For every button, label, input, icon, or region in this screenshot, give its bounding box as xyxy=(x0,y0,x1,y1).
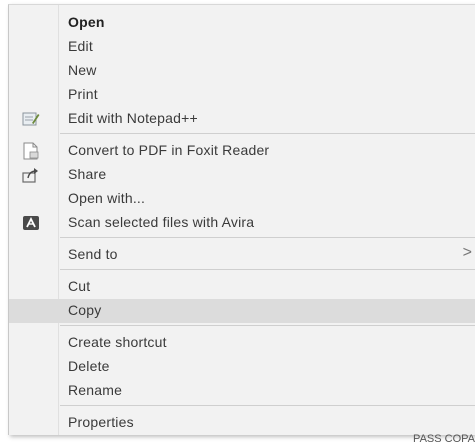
menu-item-cut[interactable]: Cut xyxy=(9,275,475,299)
menu-item-send-to[interactable]: Send to > xyxy=(9,243,475,267)
menu-item-convert-to-pdf[interactable]: Convert to PDF in Foxit Reader xyxy=(9,139,475,163)
menu-item-label: Scan selected files with Avira xyxy=(68,214,255,230)
share-icon xyxy=(21,165,41,185)
menu-item-scan-avira[interactable]: Scan selected files with Avira xyxy=(9,211,475,235)
menu-item-new[interactable]: New xyxy=(9,59,475,83)
menu-item-label: Convert to PDF in Foxit Reader xyxy=(68,142,270,158)
avira-icon xyxy=(21,213,41,233)
menu-separator xyxy=(60,269,475,270)
menu-item-label: Cut xyxy=(68,278,91,294)
menu-item-label: Open with... xyxy=(68,190,146,206)
menu-item-share[interactable]: Share xyxy=(9,163,475,187)
menu-item-edit-with-notepad[interactable]: Edit with Notepad++ xyxy=(9,107,475,131)
menu-item-label: Edit xyxy=(68,38,93,54)
menu-item-open-with[interactable]: Open with... xyxy=(9,187,475,211)
notepad-plus-plus-icon xyxy=(21,109,41,129)
menu-separator xyxy=(60,405,475,406)
menu-item-rename[interactable]: Rename xyxy=(9,379,475,403)
menu-item-label: New xyxy=(68,62,97,78)
foxit-pdf-icon xyxy=(21,141,41,161)
menu-separator xyxy=(60,325,475,326)
menu-item-create-shortcut[interactable]: Create shortcut xyxy=(9,331,475,355)
menu-item-label: Open xyxy=(68,14,105,30)
menu-item-label: Create shortcut xyxy=(68,334,167,350)
menu-item-open[interactable]: Open xyxy=(9,11,475,35)
menu-item-print[interactable]: Print xyxy=(9,83,475,107)
menu-item-label: Send to xyxy=(68,246,118,262)
menu-item-label: Print xyxy=(68,86,98,102)
background-text: PASS COPA xyxy=(413,433,475,445)
context-menu: Open Edit New Print Edit with Notepad++ xyxy=(8,4,475,435)
menu-separator xyxy=(60,133,475,134)
menu-item-label: Properties xyxy=(68,414,134,430)
menu-item-label: Rename xyxy=(68,382,123,398)
menu-item-copy[interactable]: Copy xyxy=(9,299,475,323)
menu-item-properties[interactable]: Properties xyxy=(9,411,475,435)
menu-item-delete[interactable]: Delete xyxy=(9,355,475,379)
menu-item-label: Copy xyxy=(68,302,102,318)
chevron-right-icon: > xyxy=(462,244,472,261)
menu-item-label: Delete xyxy=(68,358,110,374)
menu-separator xyxy=(60,237,475,238)
menu-item-label: Share xyxy=(68,166,107,182)
menu-item-label: Edit with Notepad++ xyxy=(68,110,198,126)
menu-item-edit[interactable]: Edit xyxy=(9,35,475,59)
